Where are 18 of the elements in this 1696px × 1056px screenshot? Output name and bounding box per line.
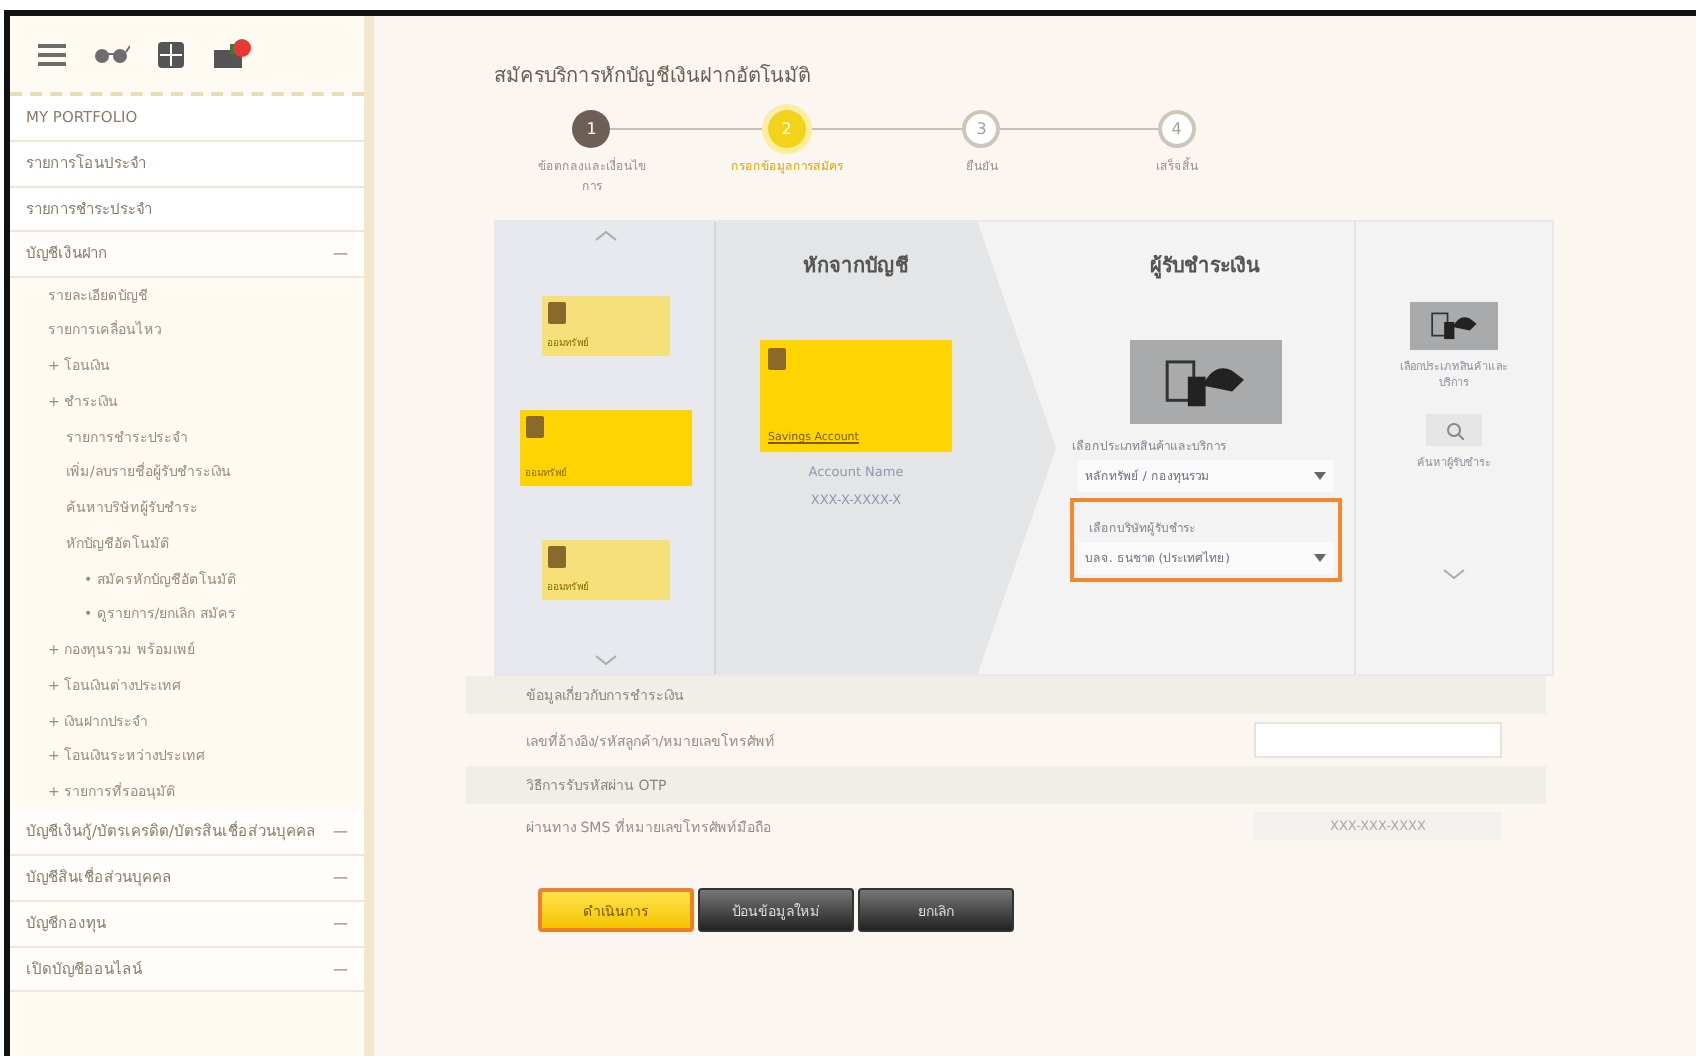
menu-icon[interactable] bbox=[38, 43, 66, 65]
step-number: 2 bbox=[767, 110, 806, 148]
search-button[interactable] bbox=[1426, 414, 1482, 447]
caret-icon bbox=[1313, 553, 1325, 562]
payee-heading: ผู้รับชำระเงิน bbox=[1150, 252, 1260, 280]
page-title: สมัครบริการหักบัญชีเงินฝากอัตโนมัติ bbox=[494, 62, 812, 90]
grid-icon[interactable] bbox=[158, 41, 184, 67]
document-hand-icon bbox=[1427, 310, 1481, 342]
category-image[interactable] bbox=[1410, 302, 1498, 351]
input-field[interactable] bbox=[1254, 722, 1502, 758]
step-number: 1 bbox=[572, 110, 611, 148]
step-number: 3 bbox=[962, 110, 1001, 148]
step-number: 4 bbox=[1157, 110, 1196, 148]
mailbox-icon[interactable] bbox=[212, 38, 252, 70]
search-icon bbox=[1445, 421, 1463, 440]
glasses-icon[interactable] bbox=[94, 44, 130, 64]
account-heading: หักจากบัญชี bbox=[803, 252, 909, 280]
caret-icon bbox=[1313, 471, 1325, 480]
